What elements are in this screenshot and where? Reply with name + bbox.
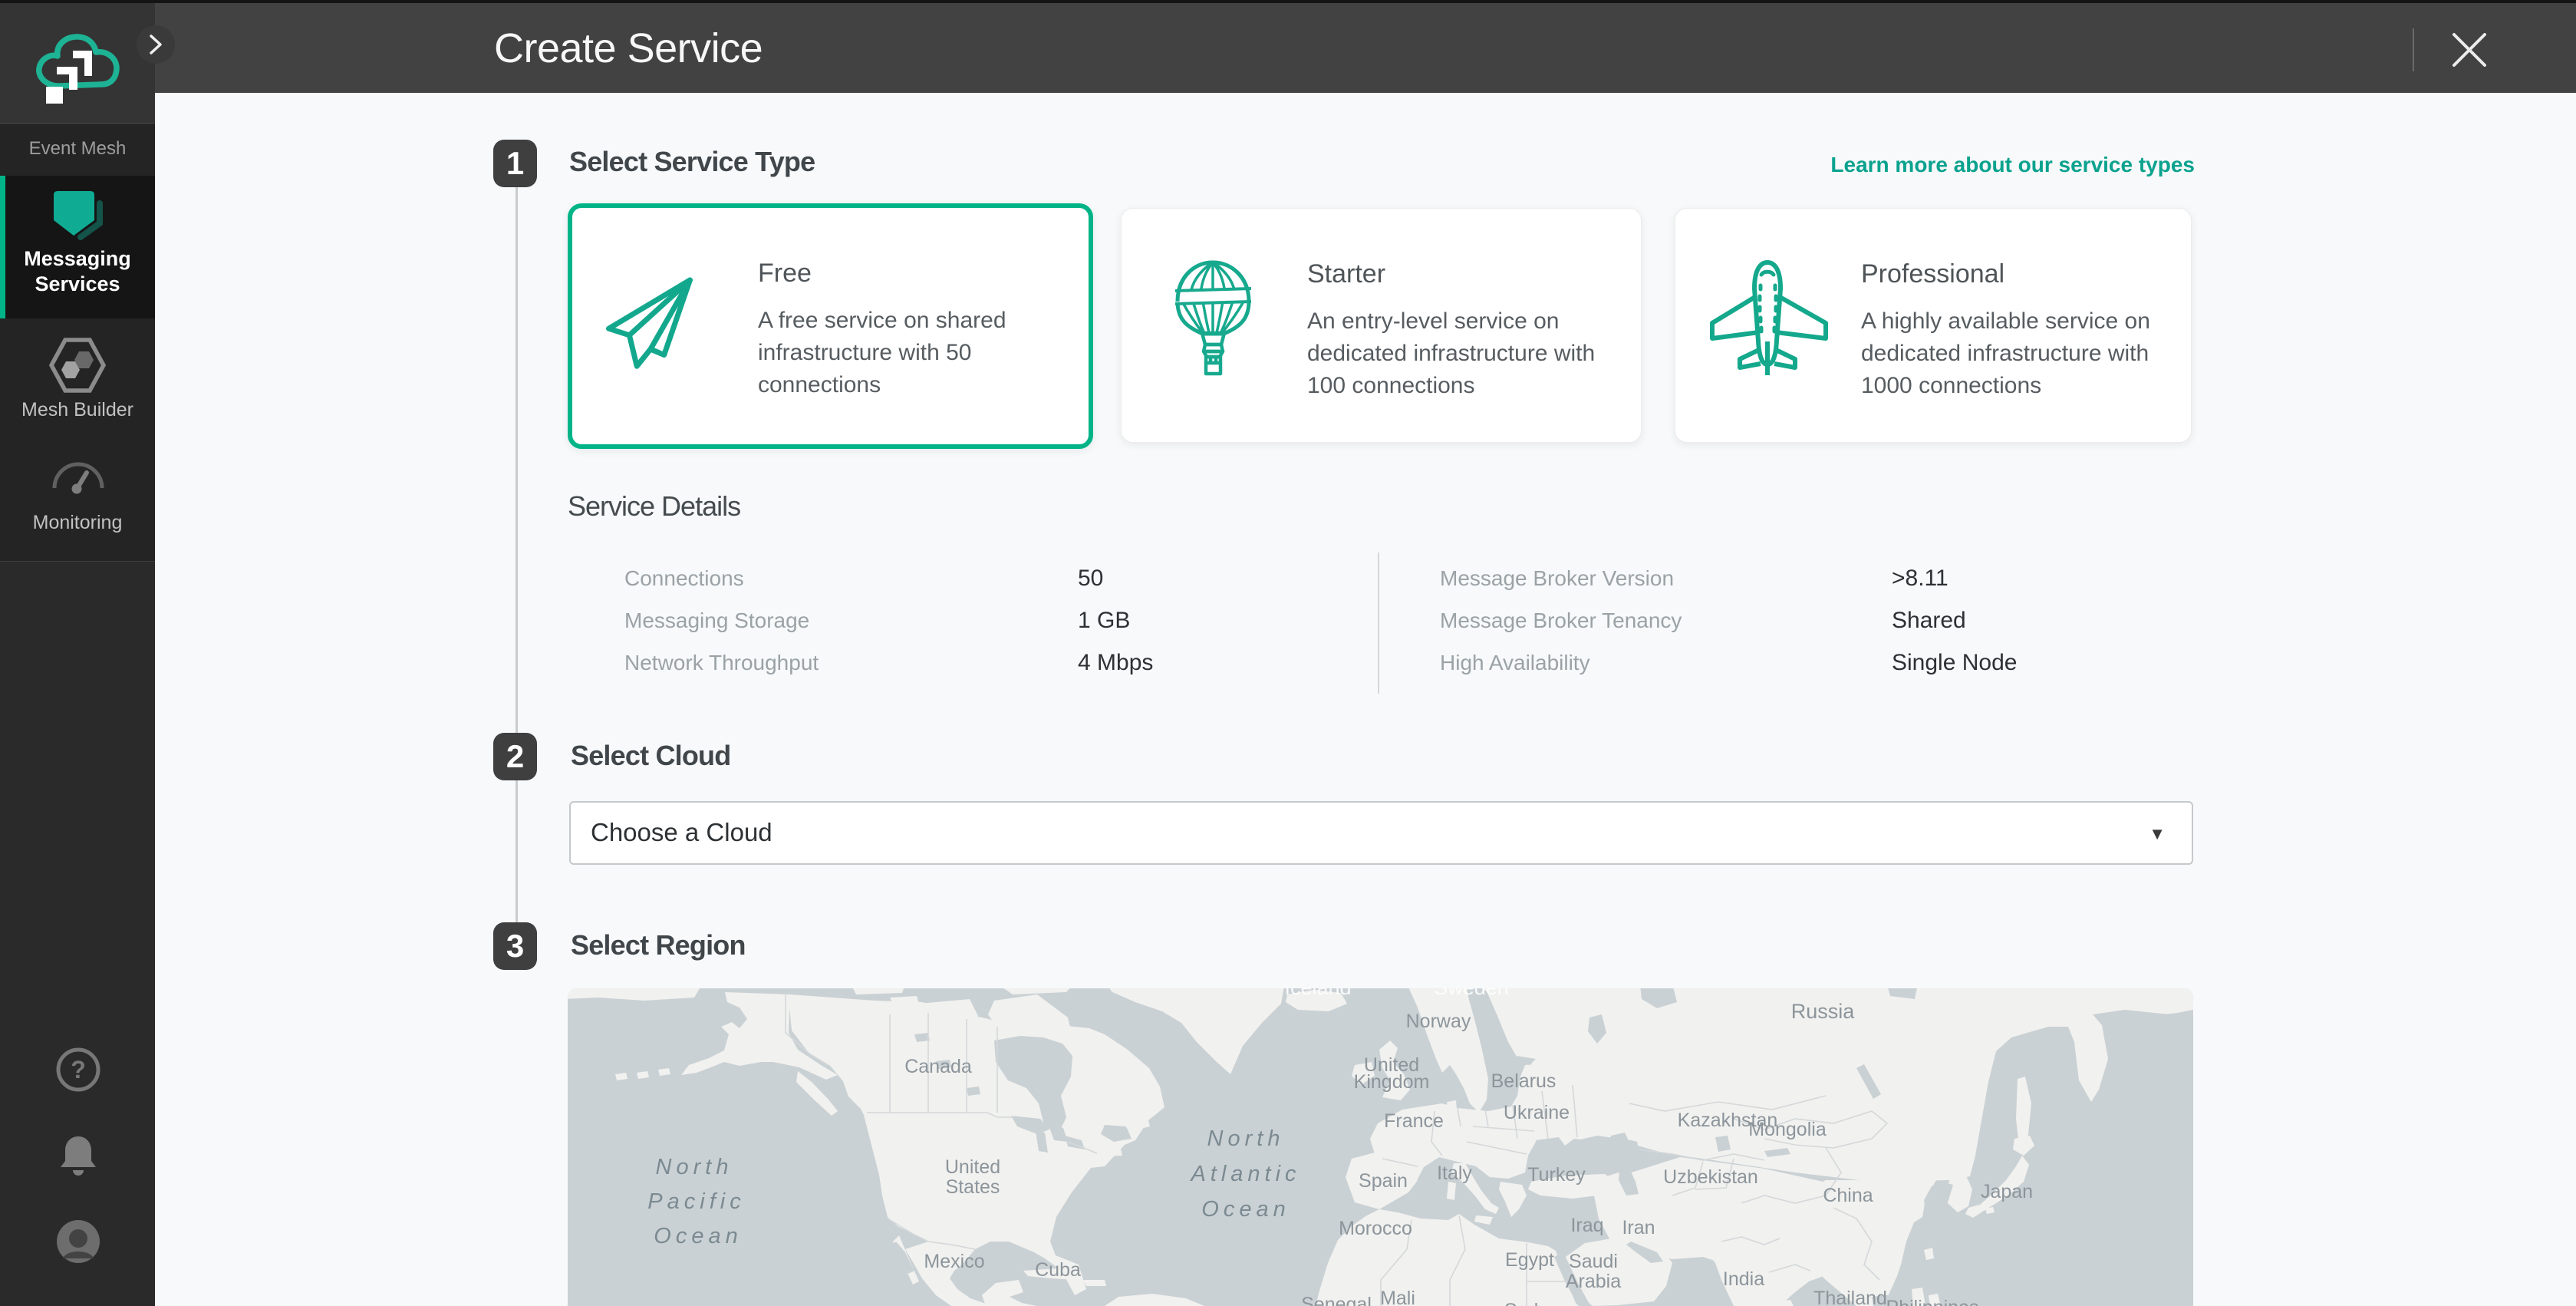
svg-text:Turkey: Turkey — [1527, 1164, 1586, 1186]
svg-text:Iceland: Iceland — [1284, 988, 1351, 999]
svg-text:Spain: Spain — [1359, 1170, 1408, 1192]
svg-text:Senegal: Senegal — [1301, 1294, 1372, 1306]
svg-text:India: India — [1723, 1268, 1764, 1290]
svg-text:Egypt: Egypt — [1505, 1249, 1554, 1271]
svg-text:Ukraine: Ukraine — [1504, 1102, 1570, 1123]
svg-text:Belarus: Belarus — [1491, 1070, 1556, 1092]
svg-text:Morocco: Morocco — [1339, 1218, 1412, 1239]
svg-text:Canada: Canada — [904, 1056, 972, 1077]
svg-text:Uzbekistan: Uzbekistan — [1663, 1166, 1758, 1188]
svg-text:States: States — [946, 1176, 1000, 1198]
svg-text:Norway: Norway — [1406, 1011, 1471, 1032]
svg-text:Iraq: Iraq — [1570, 1215, 1603, 1236]
svg-text:Arabia: Arabia — [1566, 1271, 1621, 1292]
svg-text:Russia: Russia — [1791, 1000, 1856, 1023]
svg-text:North: North — [656, 1155, 733, 1179]
svg-text:Iran: Iran — [1622, 1217, 1655, 1238]
svg-text:Sudan: Sudan — [1504, 1300, 1560, 1306]
svg-text:Mongolia: Mongolia — [1748, 1119, 1827, 1140]
svg-text:United: United — [945, 1156, 1000, 1178]
svg-text:Pacific: Pacific — [647, 1189, 745, 1214]
svg-text:Thailand: Thailand — [1813, 1288, 1887, 1306]
svg-text:Cuba: Cuba — [1035, 1259, 1081, 1281]
svg-text:Mexico: Mexico — [924, 1251, 984, 1272]
svg-text:France: France — [1384, 1110, 1444, 1132]
svg-text:Ocean: Ocean — [1201, 1197, 1290, 1222]
svg-text:China: China — [1823, 1185, 1873, 1206]
svg-text:North: North — [1207, 1126, 1285, 1151]
svg-text:Japan: Japan — [1981, 1181, 2033, 1202]
svg-text:?: ? — [71, 1056, 86, 1083]
svg-text:Saudi: Saudi — [1569, 1251, 1618, 1272]
svg-text:Atlantic: Atlantic — [1189, 1162, 1300, 1186]
svg-text:Philippines: Philippines — [1886, 1297, 1979, 1306]
svg-text:Sweden: Sweden — [1434, 988, 1509, 999]
svg-text:Kingdom: Kingdom — [1354, 1071, 1430, 1093]
svg-text:Italy: Italy — [1437, 1163, 1472, 1184]
svg-text:Mali: Mali — [1380, 1288, 1415, 1306]
svg-text:Ocean: Ocean — [654, 1224, 742, 1248]
